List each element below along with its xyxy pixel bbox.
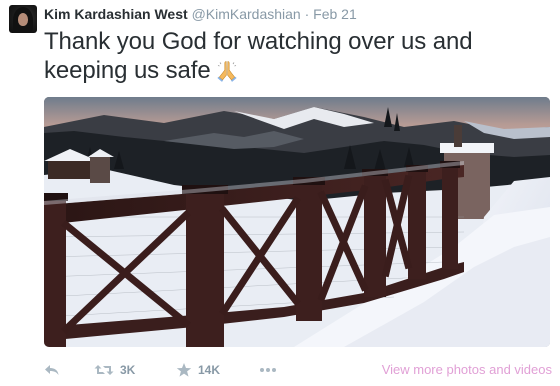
star-icon xyxy=(176,362,192,378)
retweet-icon xyxy=(94,363,114,377)
retweet-button[interactable]: 3K xyxy=(94,359,135,381)
more-button[interactable] xyxy=(259,359,277,381)
tweet-photo[interactable] xyxy=(44,97,550,347)
folded-hands-icon xyxy=(215,58,239,82)
tweet-text-body: Thank you God for watching over us and k… xyxy=(44,28,473,84)
reply-icon xyxy=(44,363,60,377)
favorite-count: 14K xyxy=(198,363,221,377)
view-more-photos-link[interactable]: View more photos and videos xyxy=(382,359,552,381)
snowy-landscape-photo xyxy=(44,97,550,347)
author-handle[interactable]: @KimKardashian xyxy=(192,6,301,22)
tweet-header: Kim Kardashian West @KimKardashian · Feb… xyxy=(44,5,357,23)
reply-button[interactable] xyxy=(44,359,60,381)
avatar[interactable] xyxy=(9,5,37,33)
tweet-timestamp[interactable]: Feb 21 xyxy=(313,6,357,22)
tweet-actions: 3K 14K View more photos and videos xyxy=(44,359,554,381)
more-dots-icon xyxy=(259,367,277,373)
author-name[interactable]: Kim Kardashian West xyxy=(44,6,188,22)
favorite-button[interactable]: 14K xyxy=(176,359,220,381)
tweet-card: Kim Kardashian West @KimKardashian · Feb… xyxy=(0,0,560,386)
tweet-text: Thank you God for watching over us and k… xyxy=(44,27,549,85)
header-separator: · xyxy=(304,6,310,22)
retweet-count: 3K xyxy=(120,363,136,377)
